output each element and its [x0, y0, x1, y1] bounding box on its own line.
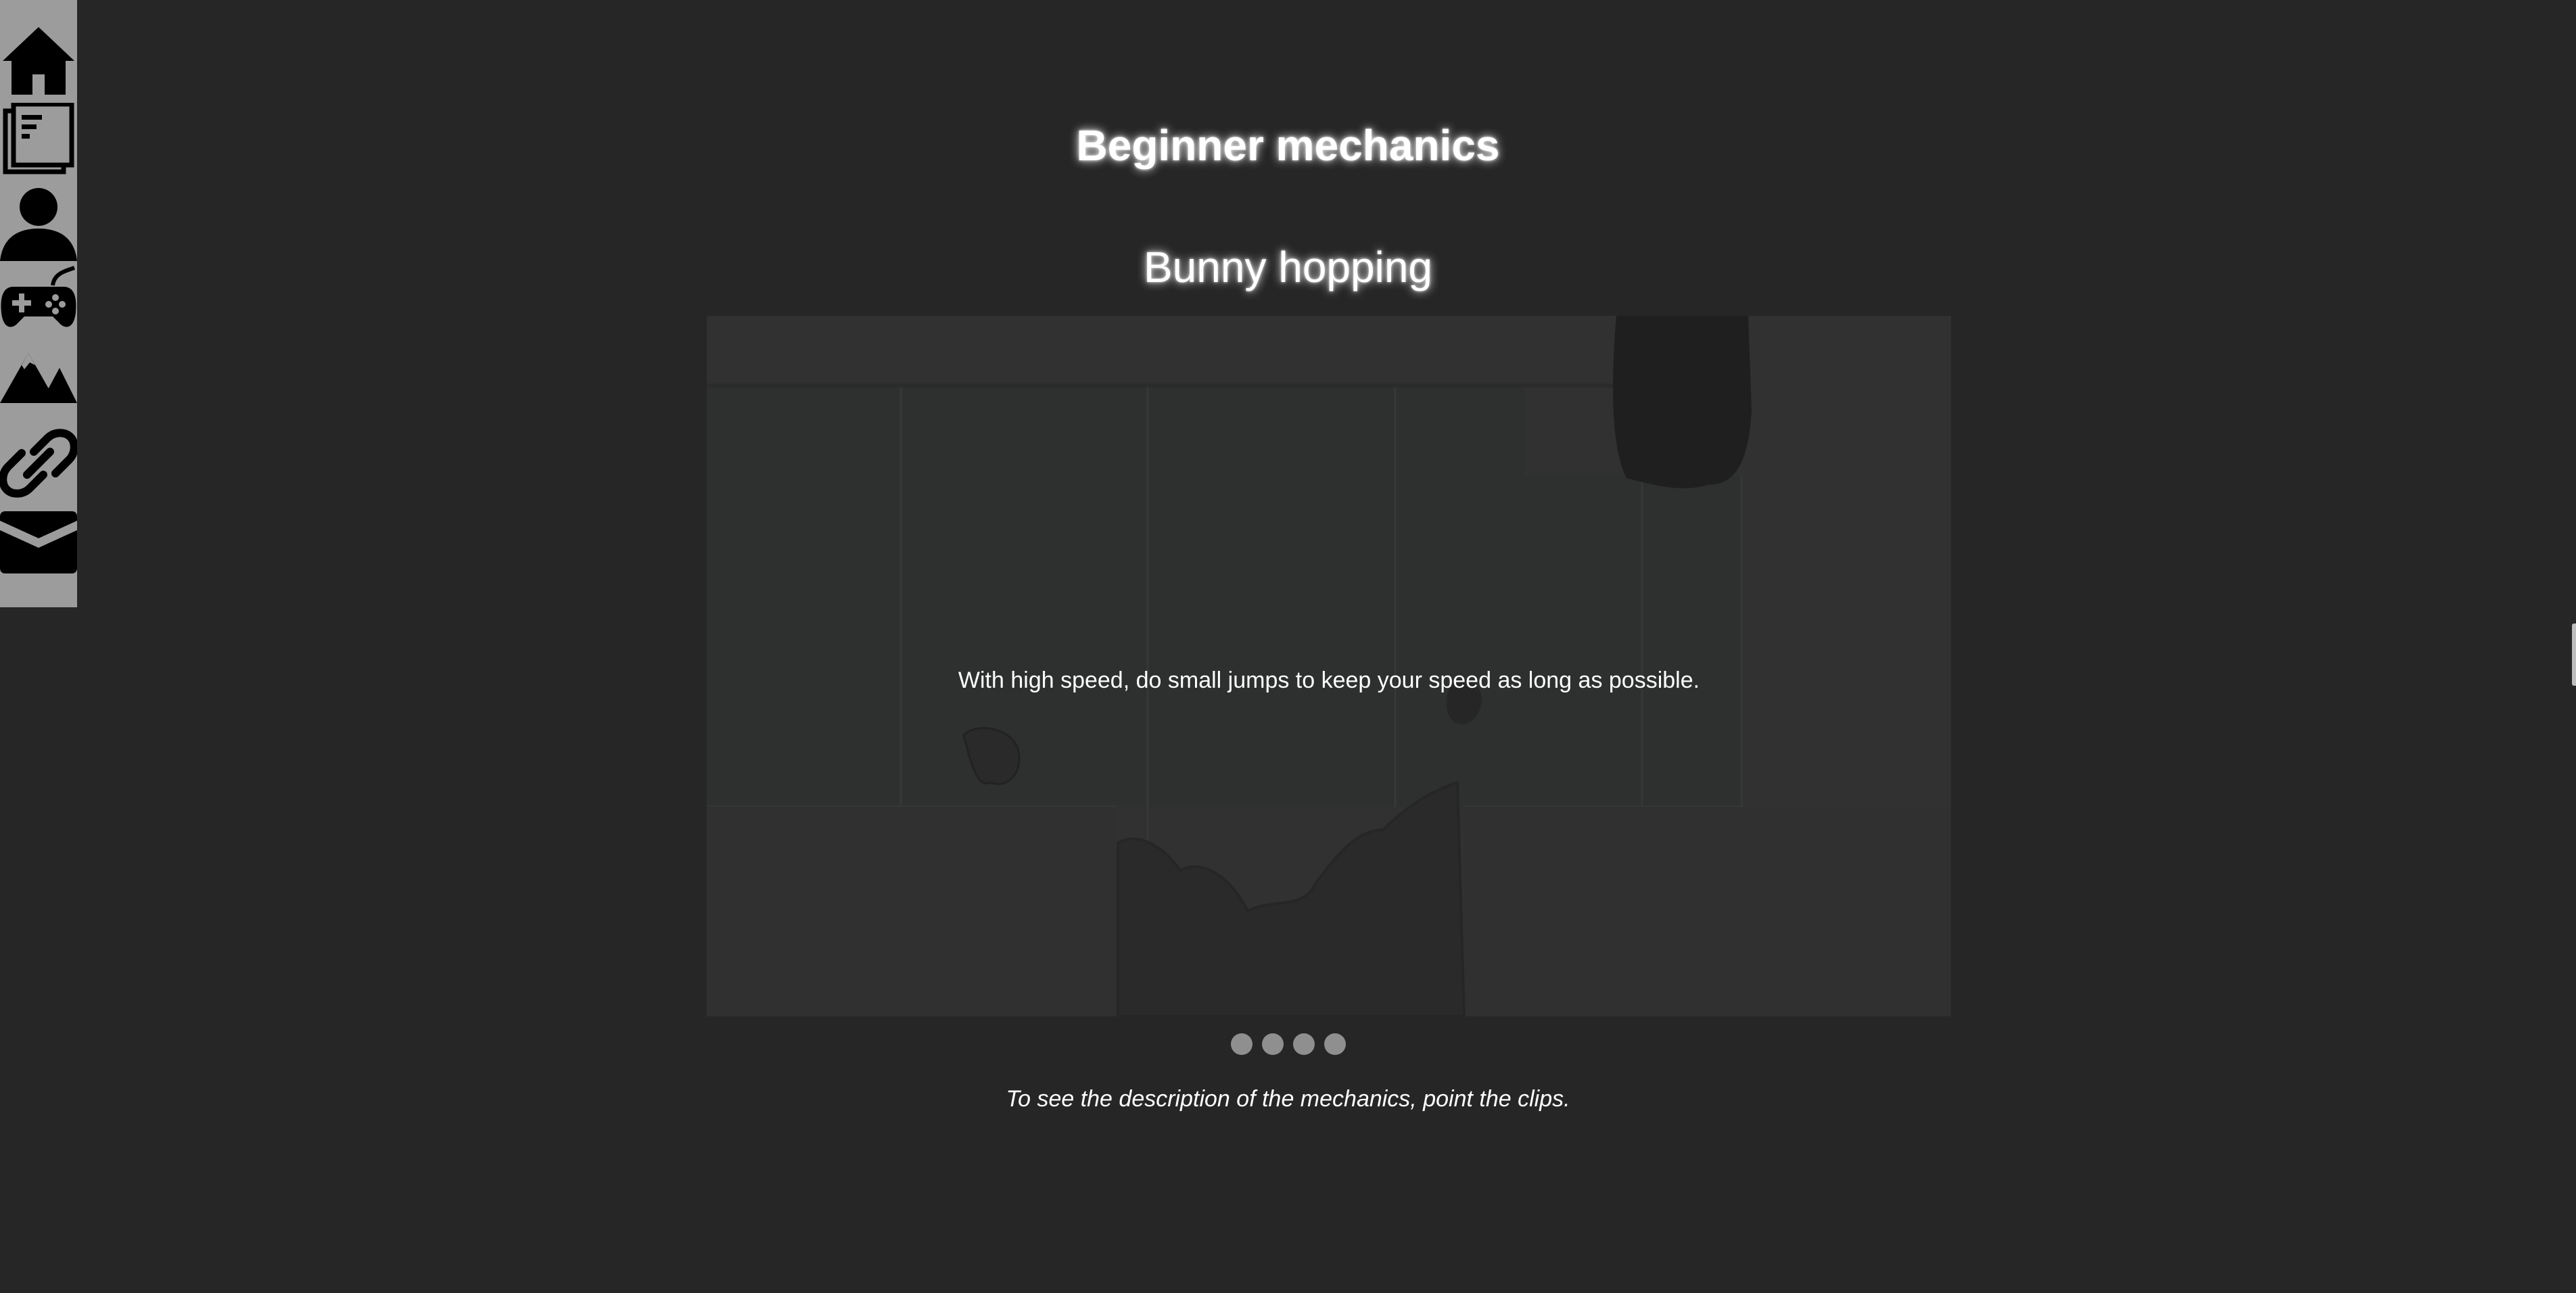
mail-icon[interactable]: [0, 504, 77, 582]
mechanic-clip[interactable]: With high speed, do small jumps to keep …: [707, 316, 1951, 1016]
link-icon[interactable]: [0, 425, 77, 502]
scroll-edge-handle[interactable]: [2572, 624, 2576, 686]
home-icon[interactable]: [0, 23, 77, 100]
section-title: Bunny hopping: [1143, 243, 1433, 291]
carousel-dot-2[interactable]: [1261, 1033, 1284, 1055]
clip-scene-image: [707, 316, 1951, 1016]
carousel-dot-3[interactable]: [1292, 1033, 1315, 1055]
carousel-dot-4[interactable]: [1324, 1033, 1346, 1055]
hint-text: To see the description of the mechanics,…: [1006, 1086, 1570, 1112]
carousel-dot-1[interactable]: [1230, 1033, 1252, 1055]
carousel-dots: [0, 1033, 2576, 1055]
sidebar-nav: [0, 0, 77, 607]
page-title: Beginner mechanics: [1076, 121, 1500, 170]
clip-caption: With high speed, do small jumps to keep …: [958, 667, 1700, 693]
mountains-icon[interactable]: [0, 346, 77, 423]
